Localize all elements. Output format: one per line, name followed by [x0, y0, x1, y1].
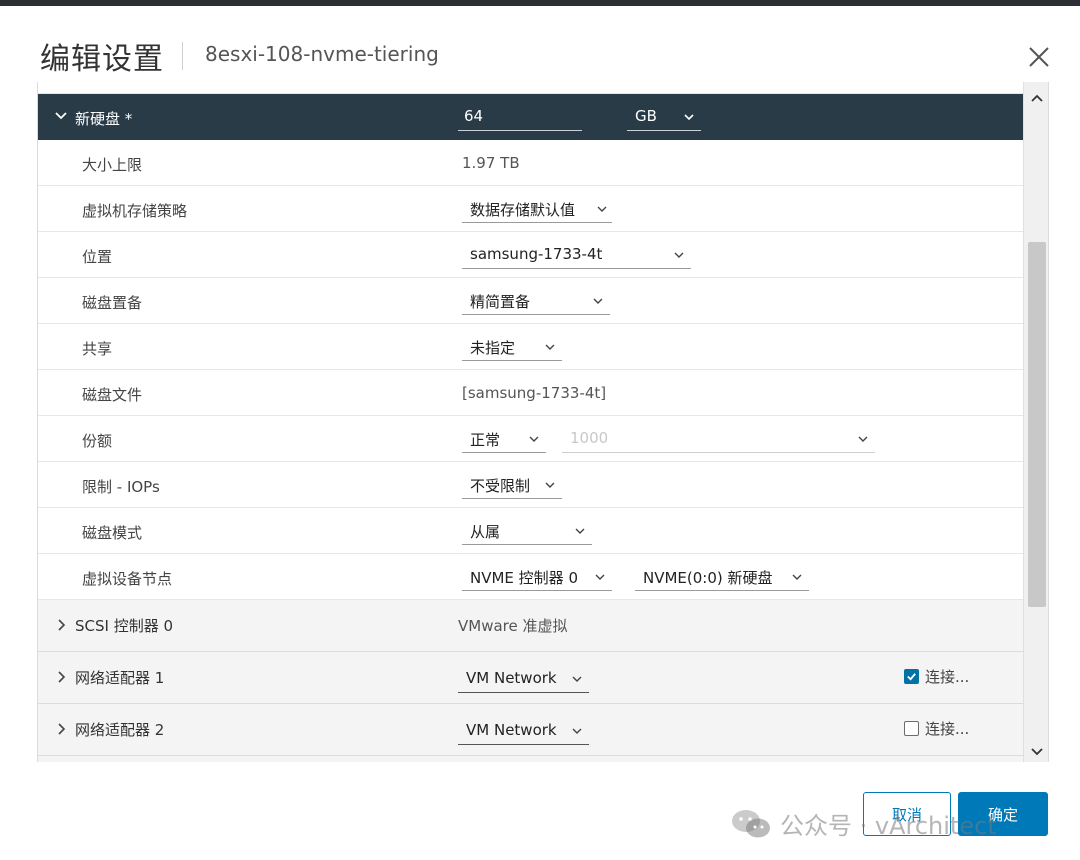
- chevron-down-icon: [545, 482, 555, 488]
- max-size-row: 大小上限 1.97 TB: [38, 140, 1023, 186]
- limit-iops-value: 不受限制: [470, 477, 531, 495]
- scrollbar-thumb[interactable]: [1028, 242, 1046, 607]
- network-adapter-2-label: 网络适配器 2: [75, 721, 165, 739]
- disk-mode-select[interactable]: 从属: [462, 517, 592, 545]
- disk-provisioning-value: 精简置备: [470, 293, 531, 311]
- disk-file-row: 磁盘文件 [samsung-1733-4t]: [38, 370, 1023, 416]
- controller-value: NVME 控制器 0: [470, 569, 578, 587]
- shares-row: 份额 正常 1000: [38, 416, 1023, 462]
- network-adapter-2-value: VM Network: [466, 721, 557, 739]
- checkbox-checked-icon: [904, 669, 919, 684]
- location-row: 位置 samsung-1733-4t: [38, 232, 1023, 278]
- network-adapter-1-row: 网络适配器 1 VM Network 连接...: [38, 652, 1023, 704]
- vm-storage-policy-select[interactable]: 数据存储默认值: [462, 195, 612, 223]
- disk-size-unit: GB: [635, 107, 657, 125]
- vm-storage-policy-label: 虚拟机存储策略: [82, 202, 188, 220]
- checkbox-unchecked-icon: [904, 721, 919, 736]
- disk-provisioning-row: 磁盘置备 精简置备: [38, 278, 1023, 324]
- settings-scroll-area[interactable]: 新硬盘 * 64 GB 大小上限 1.97 TB 虚拟机存储策略 数据存储默认值: [37, 82, 1049, 762]
- shares-amount-select: 1000: [562, 425, 875, 453]
- device-node-value: NVME(0:0) 新硬盘: [643, 569, 773, 587]
- next-device-row-partial: [38, 756, 1023, 762]
- disk-file-value: [samsung-1733-4t]: [462, 384, 607, 402]
- sharing-row: 共享 未指定: [38, 324, 1023, 370]
- dialog-title: 编辑设置: [40, 42, 164, 77]
- scsi-controller-value: VMware 准虚拟: [458, 617, 568, 635]
- location-select[interactable]: samsung-1733-4t: [462, 241, 691, 269]
- network-adapter-1-label: 网络适配器 1: [75, 669, 165, 687]
- chevron-down-icon: [858, 436, 868, 442]
- disk-provisioning-label: 磁盘置备: [82, 294, 143, 312]
- limit-iops-select[interactable]: 不受限制: [462, 471, 562, 499]
- new-disk-label: 新硬盘 *: [75, 110, 133, 128]
- sharing-label: 共享: [82, 340, 113, 358]
- chevron-down-icon: [529, 436, 539, 442]
- new-disk-row: 新硬盘 * 64 GB: [38, 94, 1023, 140]
- vm-storage-policy-value: 数据存储默认值: [470, 201, 576, 219]
- network-adapter-2-connect-label: 连接...: [925, 720, 970, 738]
- chevron-down-icon: [792, 574, 802, 580]
- top-strip: [38, 82, 1023, 94]
- virtual-device-node-label: 虚拟设备节点: [82, 570, 173, 588]
- chevron-right-icon[interactable]: [54, 617, 68, 631]
- cancel-button[interactable]: 取消: [863, 792, 951, 836]
- edit-settings-dialog: 编辑设置 8esxi-108-nvme-tiering 新硬盘 * 64 GB: [0, 0, 1080, 860]
- limit-iops-label: 限制 - IOPs: [82, 478, 160, 496]
- limit-iops-row: 限制 - IOPs 不受限制: [38, 462, 1023, 508]
- chevron-down-icon: [684, 114, 694, 121]
- virtual-device-node-row: 虚拟设备节点 NVME 控制器 0 NVME(0:0) 新硬盘: [38, 554, 1023, 600]
- disk-mode-row: 磁盘模式 从属: [38, 508, 1023, 554]
- chevron-right-icon[interactable]: [54, 669, 68, 683]
- disk-size-value: 64: [464, 107, 484, 125]
- disk-provisioning-select[interactable]: 精简置备: [462, 287, 610, 315]
- scroll-up-icon[interactable]: [1030, 90, 1044, 104]
- scsi-controller-row: SCSI 控制器 0 VMware 准虚拟: [38, 600, 1023, 652]
- close-icon[interactable]: [1024, 42, 1054, 72]
- chevron-right-icon[interactable]: [54, 721, 68, 735]
- max-size-label: 大小上限: [82, 156, 143, 174]
- ok-button[interactable]: 确定: [958, 792, 1048, 836]
- device-node-select[interactable]: NVME(0:0) 新硬盘: [635, 563, 809, 591]
- chevron-down-icon: [597, 206, 607, 212]
- vm-name: 8esxi-108-nvme-tiering: [205, 42, 439, 66]
- chevron-down-icon: [674, 252, 684, 258]
- network-adapter-2-connect-checkbox[interactable]: 连接...: [904, 718, 969, 739]
- chevron-down-icon: [595, 574, 605, 580]
- disk-file-label: 磁盘文件: [82, 386, 143, 404]
- chevron-down-icon: [572, 676, 582, 682]
- disk-size-input[interactable]: 64: [458, 103, 582, 131]
- shares-amount-value: 1000: [570, 429, 609, 447]
- shares-select[interactable]: 正常: [462, 425, 546, 453]
- network-adapter-2-row: 网络适配器 2 VM Network 连接...: [38, 704, 1023, 756]
- shares-value: 正常: [470, 431, 501, 449]
- scsi-controller-label: SCSI 控制器 0: [75, 617, 174, 635]
- controller-select[interactable]: NVME 控制器 0: [462, 563, 612, 591]
- location-label: 位置: [82, 248, 113, 266]
- chevron-down-icon: [545, 344, 555, 350]
- max-size-value: 1.97 TB: [462, 154, 520, 172]
- vertical-scrollbar[interactable]: [1023, 82, 1048, 762]
- scroll-down-icon[interactable]: [1030, 744, 1044, 758]
- header-separator: [182, 42, 183, 70]
- disk-mode-label: 磁盘模式: [82, 524, 143, 542]
- network-adapter-1-value: VM Network: [466, 669, 557, 687]
- chevron-down-icon[interactable]: [54, 108, 68, 122]
- network-adapter-1-select[interactable]: VM Network: [458, 665, 589, 693]
- sharing-select[interactable]: 未指定: [462, 333, 562, 361]
- network-adapter-2-select[interactable]: VM Network: [458, 717, 589, 745]
- chevron-down-icon: [593, 298, 603, 304]
- sharing-value: 未指定: [470, 339, 516, 357]
- vm-storage-policy-row: 虚拟机存储策略 数据存储默认值: [38, 186, 1023, 232]
- disk-mode-value: 从属: [470, 523, 501, 541]
- settings-rows: 新硬盘 * 64 GB 大小上限 1.97 TB 虚拟机存储策略 数据存储默认值: [38, 82, 1023, 762]
- disk-size-unit-select[interactable]: GB: [627, 103, 701, 131]
- wechat-icon: [732, 809, 770, 837]
- shares-label: 份额: [82, 432, 113, 450]
- location-value: samsung-1733-4t: [470, 245, 603, 263]
- chevron-down-icon: [572, 728, 582, 734]
- network-adapter-1-connect-checkbox[interactable]: 连接...: [904, 666, 969, 687]
- dialog-header: 编辑设置 8esxi-108-nvme-tiering: [0, 12, 1080, 82]
- chevron-down-icon: [575, 528, 585, 534]
- network-adapter-1-connect-label: 连接...: [925, 668, 970, 686]
